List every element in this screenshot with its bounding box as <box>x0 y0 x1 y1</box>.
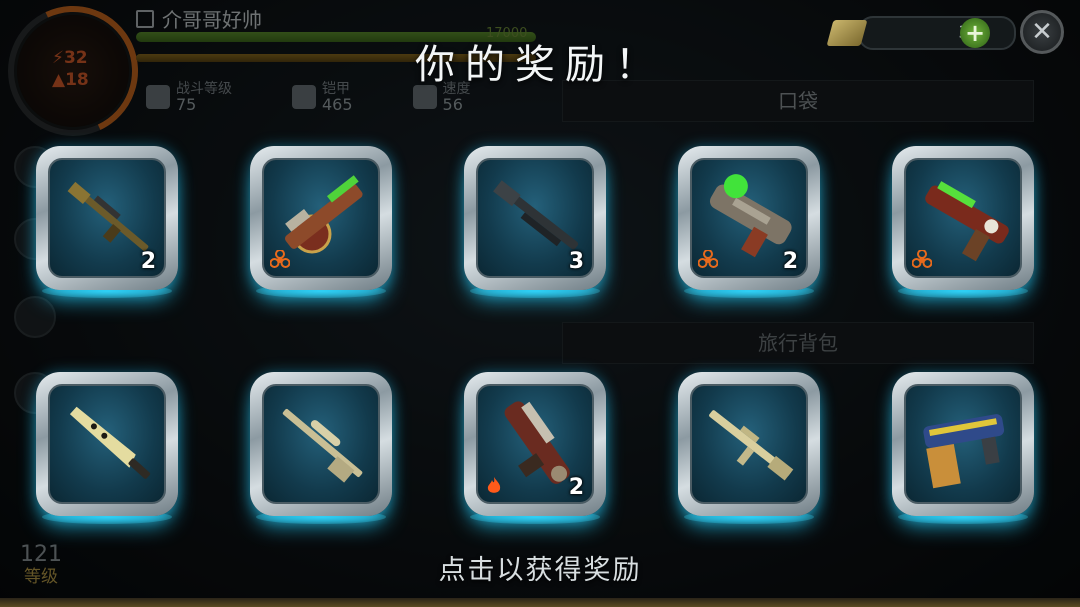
reward-card[interactable] <box>250 372 392 516</box>
reward-card-inner <box>262 384 380 504</box>
reward-card-inner: 2 <box>690 158 808 278</box>
fire-icon <box>484 476 504 496</box>
reward-card[interactable] <box>892 146 1034 290</box>
biohazard-icon <box>911 249 933 270</box>
reward-card-inner: 3 <box>476 158 594 278</box>
reward-card[interactable]: 3 <box>464 146 606 290</box>
reward-card-inner <box>904 384 1022 504</box>
machete-icon <box>69 406 151 479</box>
reward-card[interactable] <box>678 372 820 516</box>
reward-card[interactable]: 2 <box>678 146 820 290</box>
reward-card[interactable]: 2 <box>464 372 606 516</box>
reward-card[interactable] <box>36 372 178 516</box>
reward-card-inner <box>262 158 380 278</box>
reward-count: 2 <box>782 249 798 274</box>
reward-card-inner: 2 <box>48 158 166 278</box>
reward-count: 2 <box>568 475 584 500</box>
drill-gun-icon <box>923 414 1005 489</box>
assault-rifle-icon <box>709 410 794 481</box>
reward-card-inner <box>690 384 808 504</box>
bottom-strip <box>0 598 1080 607</box>
reward-card[interactable] <box>250 146 392 290</box>
reward-card[interactable] <box>892 372 1034 516</box>
reward-title: 你的奖励！ <box>415 42 665 88</box>
scoped-rifle-icon <box>282 408 363 483</box>
reward-count: 3 <box>568 249 584 274</box>
tap-to-claim-text[interactable]: 点击以获得奖励 <box>0 548 1080 587</box>
reward-count: 2 <box>140 249 156 274</box>
reward-card-inner: 2 <box>476 384 594 504</box>
biohazard-icon <box>269 249 291 270</box>
biohazard-icon <box>697 249 719 270</box>
reward-card-inner <box>48 384 166 504</box>
reward-card-inner <box>904 158 1022 278</box>
reward-card[interactable]: 2 <box>36 146 178 290</box>
